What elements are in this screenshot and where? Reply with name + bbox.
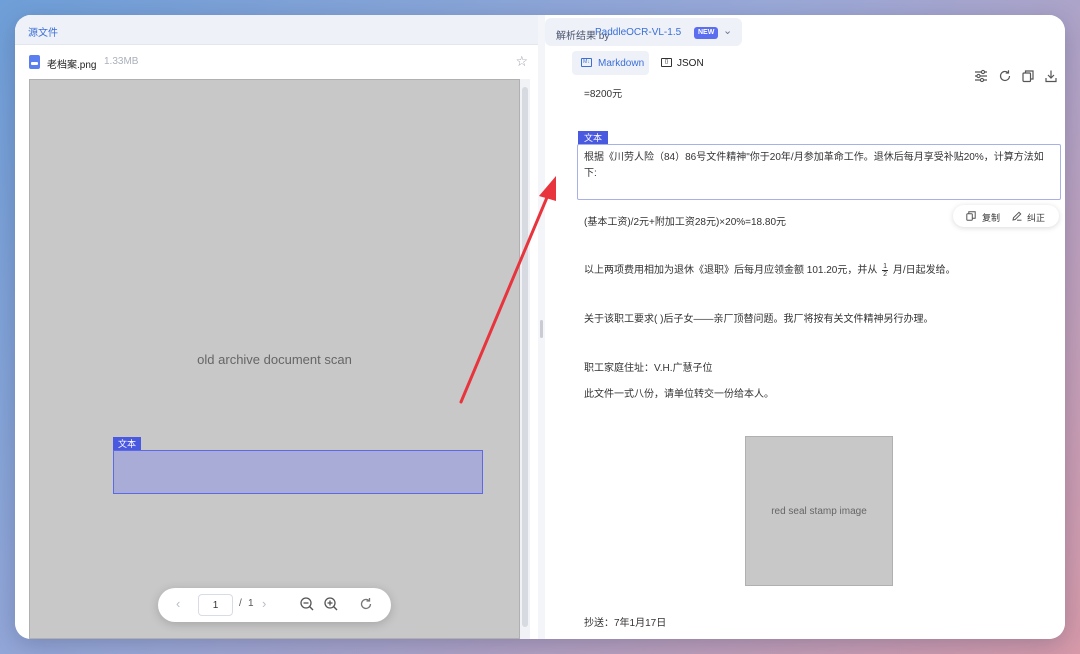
page-number-input[interactable] xyxy=(198,594,233,616)
successor-line: 关于该职工要求( )后子女——亲厂顶替问题。我厂将按有关文件精神另行办理。 xyxy=(584,314,934,325)
next-page-icon[interactable]: › xyxy=(262,596,266,611)
selected-block-tag: 文本 xyxy=(578,131,609,145)
total-pages: 1 xyxy=(248,598,254,609)
pane-resize-handle[interactable] xyxy=(538,15,545,639)
file-info-bar: 老档案.png 1.33MB ☆ xyxy=(15,45,538,79)
document-viewer: old archive document scan 文本 xyxy=(29,79,520,639)
source-pane: 源文件 老档案.png 1.33MB ☆ old archive documen… xyxy=(15,15,538,639)
markdown-icon: M↓ xyxy=(581,58,592,67)
copy-icon[interactable] xyxy=(966,211,976,221)
address-line: 职工家庭住址：V.H.广慧子位 xyxy=(584,363,713,374)
file-size: 1.33MB xyxy=(104,56,139,67)
app-window: 源文件 老档案.png 1.33MB ☆ old archive documen… xyxy=(15,15,1065,639)
tab-json-label: JSON xyxy=(677,58,704,69)
model-selector[interactable]: 解析结果 by PaddleOCR-VL-1.5 NEW ⌄ xyxy=(545,18,742,46)
tab-json[interactable]: {} JSON xyxy=(658,51,718,75)
source-file-tab-label: 源文件 xyxy=(28,28,58,39)
markdown-content: =8200元 文本 根据《川劳人险（84）86号文件精神"你于20年/月参加革命… xyxy=(545,80,1065,639)
selected-block-text: 根据《川劳人险（84）86号文件精神"你于20年/月参加革命工作。退休后每月享受… xyxy=(584,152,1044,179)
cc-line: 抄送：7年1月17日 xyxy=(584,618,667,629)
total-line-suffix: 月/日起发给。 xyxy=(892,265,956,277)
block-action-bar: 复制 纠正 xyxy=(953,205,1059,227)
document-scrollbar[interactable] xyxy=(520,79,530,639)
seal-image: red seal stamp image xyxy=(745,436,893,586)
formula-line: (基本工资)/2元+附加工资28元)×20%=18.80元 xyxy=(584,217,787,228)
image-file-icon xyxy=(29,55,40,69)
start-date-fraction: 1 2 xyxy=(882,263,889,278)
page-separator: / xyxy=(239,598,242,609)
page-controls: ‹ / 1 › xyxy=(158,588,391,622)
result-pane: 解析结果 by PaddleOCR-VL-1.5 NEW ⌄ M↓ Markdo… xyxy=(545,15,1065,639)
ocr-highlight-box[interactable] xyxy=(113,450,483,494)
new-badge: NEW xyxy=(694,27,719,39)
prev-page-icon[interactable]: ‹ xyxy=(176,596,180,611)
star-icon[interactable]: ☆ xyxy=(515,53,528,70)
source-file-tab[interactable]: 源文件 xyxy=(15,15,538,45)
zoom-out-icon[interactable] xyxy=(299,596,315,612)
zoom-in-icon[interactable] xyxy=(323,596,339,612)
tab-markdown[interactable]: M↓ Markdown xyxy=(572,51,649,75)
correct-button[interactable]: 纠正 xyxy=(1027,211,1045,224)
ocr-block-tag: 文本 xyxy=(113,437,142,451)
copy-button[interactable]: 复制 xyxy=(982,211,1000,224)
file-name: 老档案.png xyxy=(47,60,97,71)
total-line-prefix: 以上两项费用相加为退休《退职》后每月应领金额 101.20元，并从 xyxy=(584,265,878,277)
reset-view-icon[interactable] xyxy=(358,596,374,612)
document-image: old archive document scan xyxy=(29,79,520,639)
total-amount-line: 以上两项费用相加为退休《退职》后每月应领金额 101.20元，并从 1 2 月/… xyxy=(584,263,956,279)
model-name: PaddleOCR-VL-1.5 xyxy=(595,27,682,38)
edit-icon[interactable] xyxy=(1012,211,1022,221)
copies-line: 此文件一式八份，请单位转交一份给本人。 xyxy=(584,389,774,400)
amount-line: =8200元 xyxy=(584,89,623,100)
json-icon: {} xyxy=(661,58,672,67)
selected-text-block[interactable]: 根据《川劳人险（84）86号文件精神"你于20年/月参加革命工作。退休后每月享受… xyxy=(577,144,1061,200)
chevron-down-icon: ⌄ xyxy=(723,25,733,37)
tab-markdown-label: Markdown xyxy=(598,58,645,69)
